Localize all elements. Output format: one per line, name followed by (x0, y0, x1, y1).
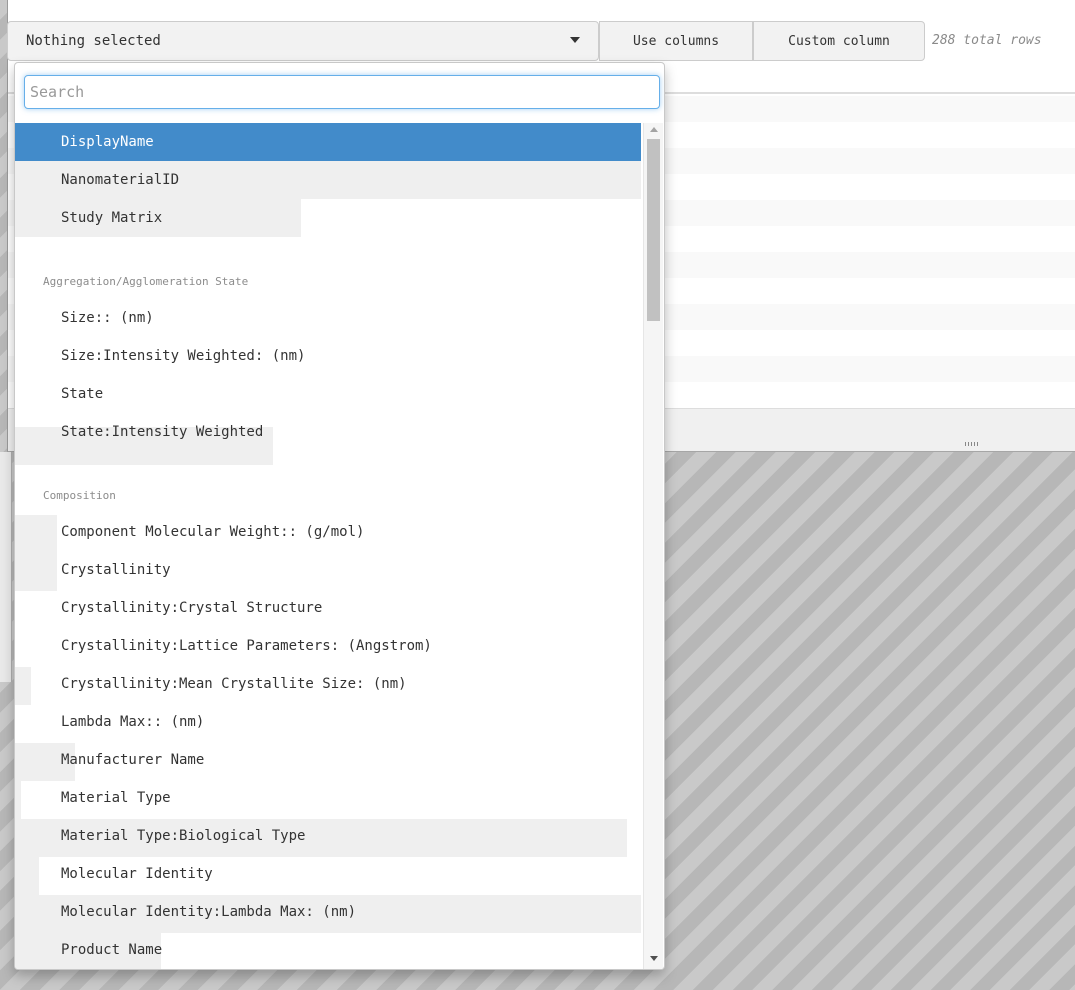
column-dropdown-menu: DisplayName NanomaterialID Study Matrix … (14, 62, 665, 970)
search-input[interactable] (24, 75, 660, 109)
list-scrollbar[interactable] (643, 123, 663, 969)
option-state-intensity-weighted[interactable]: State:Intensity Weighted (15, 413, 641, 451)
option-label: Material Type (61, 790, 171, 806)
option-crystallinity[interactable]: Crystallinity (15, 551, 641, 589)
option-label: Component Molecular Weight:: (g/mol) (61, 524, 365, 540)
caret-down-icon (570, 37, 580, 43)
scroll-down-icon[interactable] (650, 956, 658, 961)
option-product-name[interactable]: Product Name (15, 931, 641, 969)
use-columns-button[interactable]: Use columns (599, 21, 753, 61)
option-state[interactable]: State (15, 375, 641, 413)
scrollbar-thumb[interactable] (647, 139, 660, 321)
option-label: Crystallinity:Mean Crystallite Size: (nm… (61, 676, 407, 692)
use-columns-label: Use columns (632, 33, 720, 49)
option-label: Crystallinity (61, 562, 171, 578)
option-label: Molecular Identity (61, 866, 213, 882)
group-header-aggregation: Aggregation/Agglomeration State (43, 274, 249, 288)
option-label: Material Type:Biological Type (61, 828, 306, 844)
option-lambda-max[interactable]: Lambda Max:: (nm) (15, 703, 641, 741)
option-crystallinity-crystal-structure[interactable]: Crystallinity:Crystal Structure (15, 589, 641, 627)
option-molecular-identity[interactable]: Molecular Identity (15, 855, 641, 893)
column-select-label: Nothing selected (26, 33, 161, 49)
option-label: State (61, 386, 104, 402)
option-label: Size:: (nm) (61, 310, 154, 326)
option-material-type[interactable]: Material Type (15, 779, 641, 817)
option-manufacturer-name[interactable]: Manufacturer Name (15, 741, 641, 779)
option-molecular-identity-lambda-max[interactable]: Molecular Identity:Lambda Max: (nm) (15, 893, 641, 931)
scroll-up-icon[interactable] (650, 127, 658, 132)
option-study-matrix[interactable]: Study Matrix (15, 199, 641, 237)
option-label: Molecular Identity:Lambda Max: (nm) (61, 904, 357, 920)
option-material-type-biological-type[interactable]: Material Type:Biological Type (15, 817, 641, 855)
option-label: Product Name (61, 942, 163, 958)
column-select-button[interactable]: Nothing selected (7, 21, 599, 61)
side-panel-edge (0, 452, 12, 682)
option-label: State:Intensity Weighted (61, 424, 264, 440)
option-label: Crystallinity:Crystal Structure (61, 600, 323, 616)
search-box (24, 75, 660, 109)
custom-column-label: Custom column (788, 33, 890, 49)
total-rows-count: 288 total rows (932, 33, 1042, 48)
option-crystallinity-lattice-parameters[interactable]: Crystallinity:Lattice Parameters: (Angst… (15, 627, 641, 665)
option-label: DisplayName (61, 134, 154, 150)
option-label: Study Matrix (61, 210, 163, 226)
option-label: NanomaterialID (61, 172, 180, 188)
option-displayname[interactable]: DisplayName (15, 123, 641, 161)
option-nanomaterialid[interactable]: NanomaterialID (15, 161, 641, 199)
option-label: Lambda Max:: (nm) (61, 714, 205, 730)
group-header-composition: Composition (43, 488, 116, 502)
column-option-list: DisplayName NanomaterialID Study Matrix … (15, 123, 641, 969)
custom-column-button[interactable]: Custom column (753, 21, 925, 61)
option-component-molecular-weight[interactable]: Component Molecular Weight:: (g/mol) (15, 513, 641, 551)
option-size[interactable]: Size:: (nm) (15, 299, 641, 337)
resize-grip-icon[interactable] (965, 442, 979, 446)
option-size-intensity-weighted[interactable]: Size:Intensity Weighted: (nm) (15, 337, 641, 375)
option-crystallinity-mean-crystallite-size[interactable]: Crystallinity:Mean Crystallite Size: (nm… (15, 665, 641, 703)
option-label: Crystallinity:Lattice Parameters: (Angst… (61, 638, 432, 654)
option-label: Size:Intensity Weighted: (nm) (61, 348, 306, 364)
option-label: Manufacturer Name (61, 752, 205, 768)
